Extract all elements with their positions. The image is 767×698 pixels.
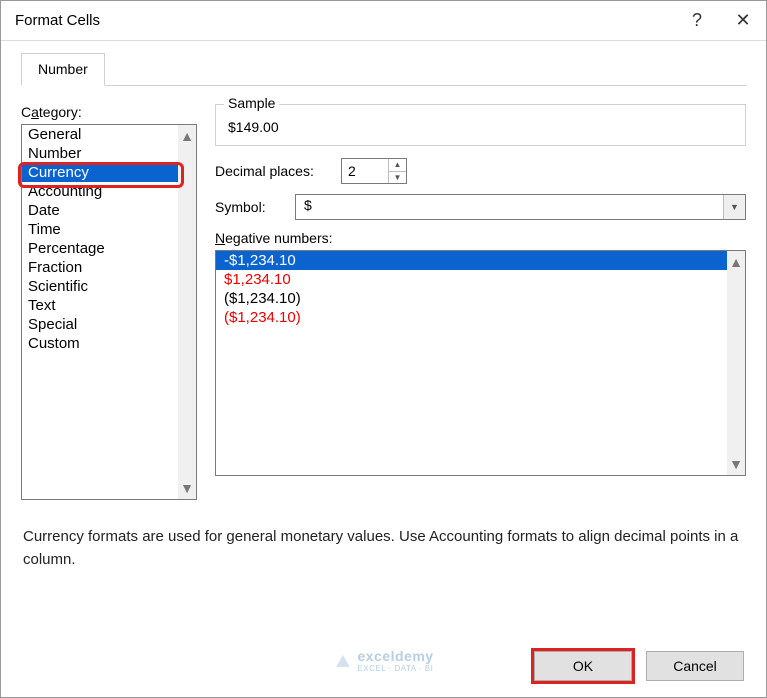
sample-value: $149.00: [228, 119, 733, 135]
watermark: exceldemy EXCEL · DATA · BI: [333, 648, 433, 673]
category-item-time[interactable]: Time: [22, 220, 178, 239]
dialog-content: Number Category: GeneralNumberCurrencyAc…: [1, 41, 766, 571]
sample-group: Sample $149.00: [215, 104, 746, 146]
category-item-general[interactable]: General: [22, 125, 178, 144]
category-item-percentage[interactable]: Percentage: [22, 239, 178, 258]
negative-option-3[interactable]: ($1,234.10): [216, 308, 727, 327]
title-bar: Format Cells ? ✕: [1, 1, 766, 41]
decimal-places-spinner[interactable]: ▲ ▼: [341, 158, 407, 184]
dialog-footer: OK Cancel: [534, 651, 744, 681]
format-cells-dialog: Format Cells ? ✕ Number Category: Genera…: [0, 0, 767, 698]
category-item-text[interactable]: Text: [22, 296, 178, 315]
decimal-places-label: Decimal places:: [215, 163, 331, 179]
close-button[interactable]: ✕: [720, 1, 766, 41]
ok-button[interactable]: OK: [534, 651, 632, 681]
scroll-up-icon[interactable]: ▲: [180, 128, 194, 144]
category-item-custom[interactable]: Custom: [22, 334, 178, 353]
logo-icon: [333, 652, 351, 670]
category-label: Category:: [21, 104, 197, 120]
category-item-special[interactable]: Special: [22, 315, 178, 334]
scroll-up-icon[interactable]: ▲: [729, 254, 743, 270]
category-item-number[interactable]: Number: [22, 144, 178, 163]
scroll-down-icon[interactable]: ▼: [729, 456, 743, 472]
tab-strip: Number: [21, 53, 746, 86]
tab-number[interactable]: Number: [21, 53, 105, 86]
sample-legend: Sample: [224, 95, 279, 111]
category-item-scientific[interactable]: Scientific: [22, 277, 178, 296]
category-listbox[interactable]: GeneralNumberCurrencyAccountingDateTimeP…: [21, 124, 197, 500]
scrollbar[interactable]: ▲ ▼: [727, 251, 745, 475]
negative-option-0[interactable]: -$1,234.10: [216, 251, 727, 270]
help-button[interactable]: ?: [674, 1, 720, 41]
spinner-down-icon[interactable]: ▼: [389, 172, 406, 184]
category-item-date[interactable]: Date: [22, 201, 178, 220]
scroll-down-icon[interactable]: ▼: [180, 480, 194, 496]
chevron-down-icon[interactable]: ▼: [723, 195, 745, 219]
scrollbar[interactable]: ▲ ▼: [178, 125, 196, 499]
spinner-up-icon[interactable]: ▲: [389, 159, 406, 172]
format-description: Currency formats are used for general mo…: [21, 500, 746, 571]
negative-option-2[interactable]: ($1,234.10): [216, 289, 727, 308]
negative-numbers-listbox[interactable]: -$1,234.10$1,234.10($1,234.10)($1,234.10…: [215, 250, 746, 476]
negative-numbers-label: Negative numbers:: [215, 230, 746, 246]
symbol-combobox[interactable]: $ ▼: [295, 194, 746, 220]
symbol-value: $: [296, 195, 723, 219]
category-item-accounting[interactable]: Accounting: [22, 182, 178, 201]
decimal-places-input[interactable]: [342, 159, 388, 183]
dialog-title: Format Cells: [15, 12, 674, 29]
symbol-label: Symbol:: [215, 199, 285, 215]
cancel-button[interactable]: Cancel: [646, 651, 744, 681]
category-item-currency[interactable]: Currency: [22, 163, 178, 182]
negative-option-1[interactable]: $1,234.10: [216, 270, 727, 289]
category-item-fraction[interactable]: Fraction: [22, 258, 178, 277]
